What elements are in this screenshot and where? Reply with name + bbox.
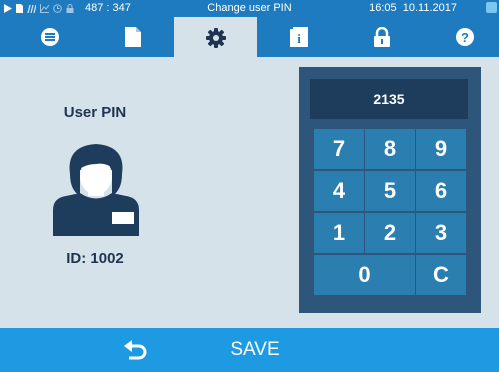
status-bar: 487 : 347 Change user PIN 16:05 10.11.20… (0, 0, 499, 17)
bottom-bar: SAVE (0, 328, 499, 372)
padlock-icon (373, 27, 390, 47)
pin-display: 2135 (310, 79, 468, 119)
tab-lock[interactable] (340, 17, 423, 57)
tab-documents[interactable] (91, 17, 174, 57)
tab-help[interactable]: ? (423, 17, 499, 57)
list-icon (40, 28, 59, 46)
user-pin-title: User PIN (63, 104, 127, 121)
key-2[interactable]: 2 (365, 213, 415, 253)
svg-text:i: i (297, 31, 301, 46)
user-avatar-icon (53, 144, 139, 236)
key-7[interactable]: 7 (314, 129, 364, 169)
key-4[interactable]: 4 (314, 171, 364, 211)
document-icon (124, 27, 141, 47)
pin-keypad: 2135 7 8 9 4 5 6 1 2 3 0 C (299, 67, 481, 313)
time: 16:05 (369, 2, 397, 14)
key-0[interactable]: 0 (314, 255, 415, 295)
tab-settings[interactable] (174, 17, 257, 58)
svg-text:?: ? (461, 30, 469, 45)
key-1[interactable]: 1 (314, 213, 364, 253)
back-arrow-icon (124, 340, 147, 360)
tab-info[interactable]: i (257, 17, 340, 57)
back-button[interactable] (112, 328, 160, 372)
gear-icon (205, 27, 226, 48)
info-book-icon: i (289, 27, 308, 47)
tab-menu[interactable] (8, 17, 91, 57)
question-icon: ? (455, 28, 474, 46)
save-button[interactable]: SAVE (215, 328, 295, 372)
key-8[interactable]: 8 (365, 129, 415, 169)
key-3[interactable]: 3 (416, 213, 466, 253)
status-indicator (486, 2, 497, 13)
key-clear[interactable]: C (416, 255, 466, 295)
key-5[interactable]: 5 (365, 171, 415, 211)
key-9[interactable]: 9 (416, 129, 466, 169)
date: 10.11.2017 (402, 2, 457, 14)
user-id-label: ID: 1002 (66, 250, 124, 267)
tab-bar: i ? (0, 17, 499, 58)
key-6[interactable]: 6 (416, 171, 466, 211)
clock: 16:05 10.11.2017 (369, 2, 457, 14)
